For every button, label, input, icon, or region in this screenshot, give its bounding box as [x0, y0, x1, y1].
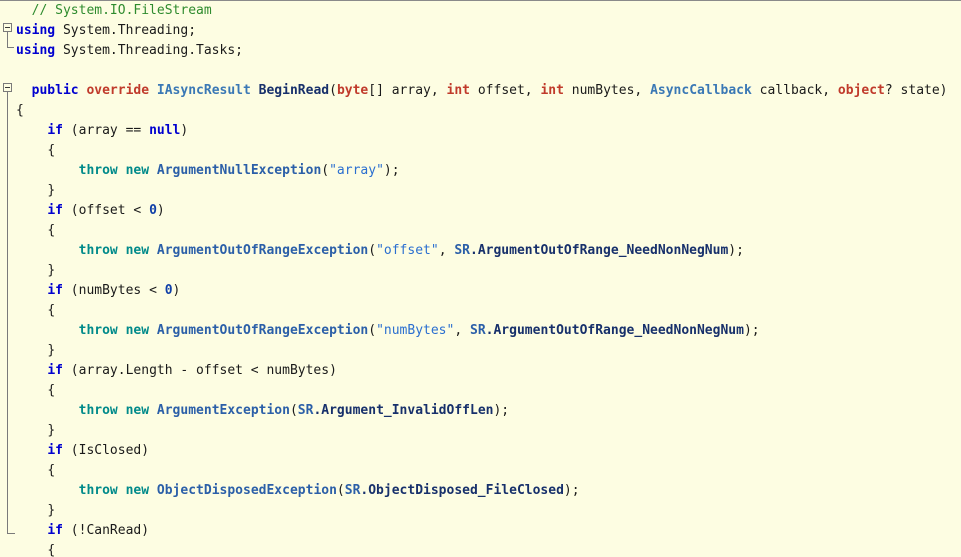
code-line: using System.Threading.Tasks; [16, 43, 243, 58]
code-line-method-signature: public override IAsyncResult BeginRead(b… [31, 83, 948, 98]
code-line: } [47, 423, 56, 438]
code-line: } [47, 183, 56, 198]
code-line: { [16, 103, 24, 118]
code-line: } [47, 503, 56, 518]
code-line: throw new ArgumentOutOfRangeException("n… [78, 323, 760, 338]
code-line: // System.IO.FileStream [0, 1, 948, 21]
code-line: { [47, 223, 56, 238]
code-line: } [47, 343, 56, 358]
code-line: if (numBytes < 0) [47, 283, 181, 298]
code-line: } [47, 263, 56, 278]
code-line: if (offset < 0) [47, 203, 165, 218]
code-line: if (array == null) [47, 123, 189, 138]
code-line: if (IsClosed) [47, 443, 150, 458]
comment-token: // System.IO.FileStream [31, 3, 212, 18]
code-line: throw new ArgumentOutOfRangeException("o… [78, 243, 744, 258]
code-line: if (array.Length - offset < numBytes) [47, 363, 337, 378]
code-line: throw new ArgumentException(SR.Argument_… [78, 403, 510, 418]
code-line: if (!CanRead) [47, 523, 150, 538]
code-line: { [47, 543, 56, 557]
code-line: throw new ObjectDisposedException(SR.Obj… [78, 483, 580, 498]
code-editor[interactable]: // System.IO.FileStream using System.Thre… [0, 0, 961, 557]
code-line: { [47, 143, 56, 158]
code-line: throw new ArgumentNullException("array")… [78, 163, 400, 178]
code-line: { [47, 383, 56, 398]
code-line: { [47, 463, 56, 478]
code-content[interactable]: // System.IO.FileStream using System.Thre… [0, 1, 948, 557]
code-line: using System.Threading; [16, 23, 197, 38]
code-line: { [47, 303, 56, 318]
